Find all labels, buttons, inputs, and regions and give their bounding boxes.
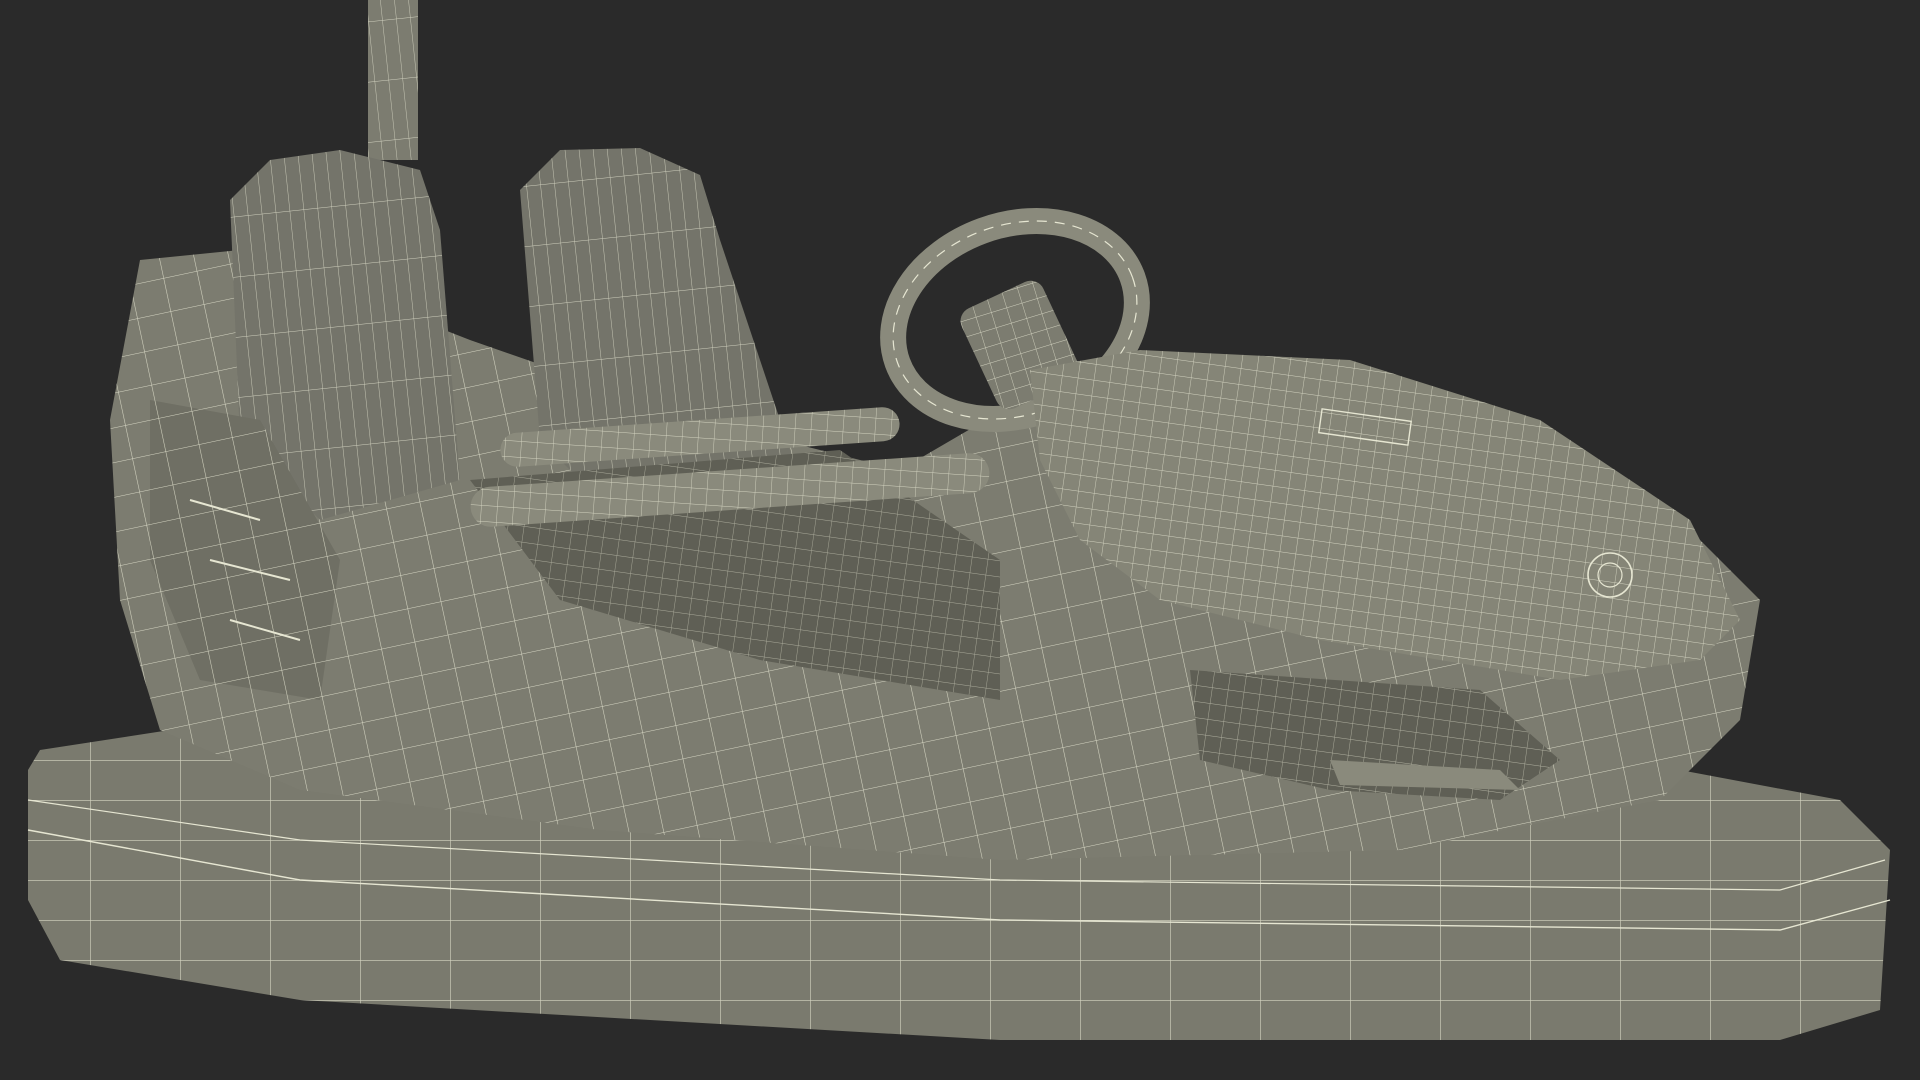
antenna-pole (368, 0, 418, 160)
wireframe-render-canvas (0, 0, 1920, 1080)
